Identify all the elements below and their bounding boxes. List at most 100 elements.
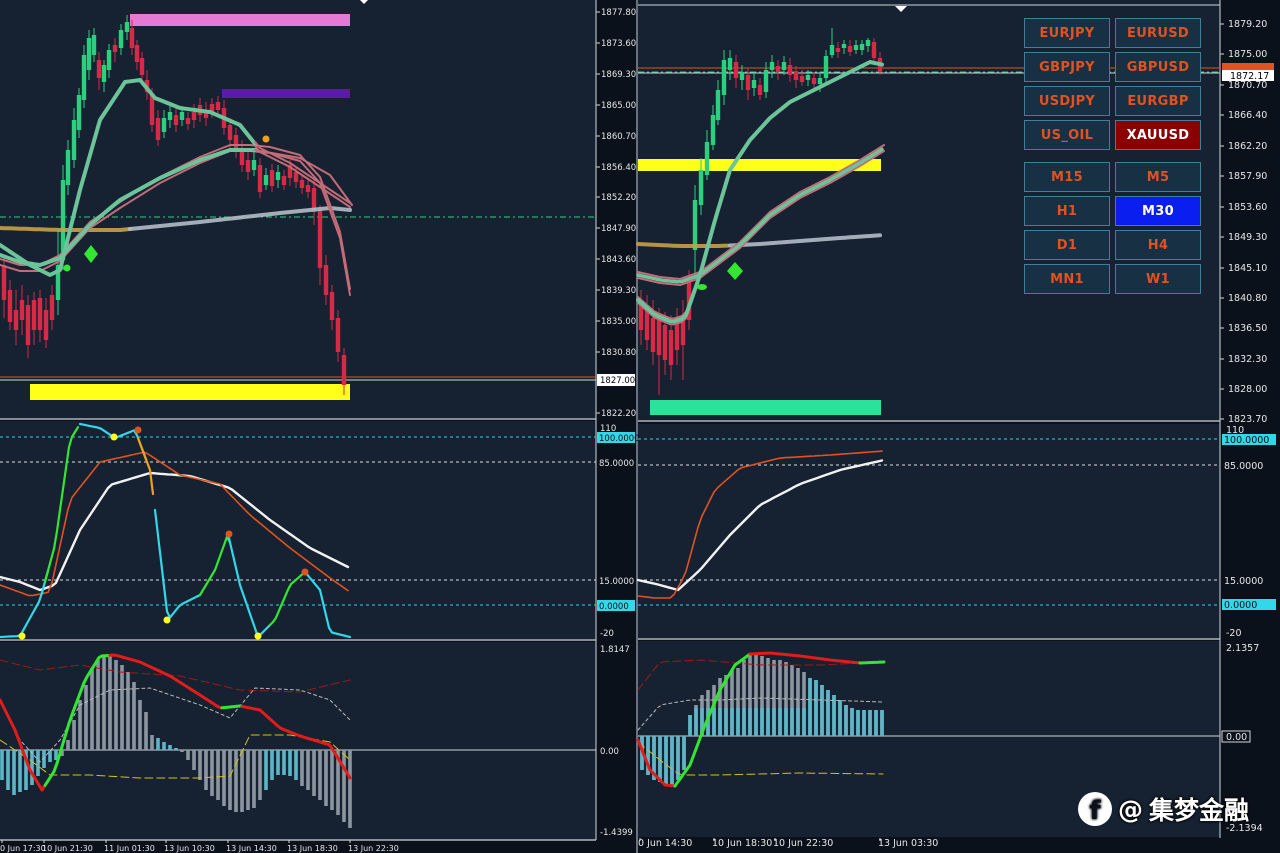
timeframe-button-m30[interactable]: M30: [1115, 196, 1201, 226]
candle-body: [656, 320, 662, 355]
candle-body: [799, 76, 805, 82]
candle-body: [841, 44, 847, 48]
stoch-signal-dot: [134, 426, 142, 434]
macd-histogram-bar: [832, 695, 836, 736]
candle-body: [101, 65, 107, 82]
candle-body: [245, 160, 251, 172]
candle-body: [106, 50, 112, 70]
timeframe-button-m5[interactable]: M5: [1115, 162, 1201, 192]
macd-histogram-bar: [778, 708, 782, 736]
symbol-button-usdjpy[interactable]: USDJPY: [1024, 86, 1110, 116]
candle-body: [185, 118, 191, 124]
candle-body: [341, 355, 347, 385]
candle-body: [7, 290, 13, 322]
timeframe-button-mn1[interactable]: MN1: [1024, 264, 1110, 294]
candle-body: [650, 318, 656, 352]
macd-histogram-bar: [126, 672, 130, 750]
macd-histogram-bar: [90, 668, 94, 750]
macd-histogram-bar: [748, 708, 752, 736]
candle-body: [43, 310, 49, 340]
candle-body: [817, 78, 823, 84]
symbol-button-xauusd[interactable]: XAUUSD: [1115, 120, 1201, 150]
price-axis-label: 1823.70: [1228, 414, 1267, 425]
macd-histogram-bar: [78, 700, 82, 750]
macd-histogram-bar: [682, 736, 686, 770]
support-zone: [650, 400, 881, 415]
candle-body: [96, 60, 102, 78]
stoch-axis-label: -20: [600, 629, 614, 639]
candle-body: [329, 292, 335, 320]
macd-axis-label: 0.00: [1226, 732, 1247, 743]
symbol-button-us-oil[interactable]: US_OIL: [1024, 120, 1110, 150]
macd-histogram-bar: [862, 710, 866, 736]
candle-body: [37, 298, 43, 330]
macd-histogram-bar: [730, 708, 734, 736]
candle-body: [704, 142, 710, 175]
macd-histogram-bar: [162, 742, 166, 750]
candle-body: [751, 80, 757, 88]
left-stochastic-pane: [0, 421, 596, 639]
stoch-axis-label: 15.0000: [599, 577, 634, 587]
candle-body: [787, 65, 793, 75]
macd-histogram-bar: [300, 750, 304, 786]
price-axis-label: 1865.00: [601, 101, 636, 111]
candle-body: [275, 172, 281, 180]
macd-histogram-bar: [850, 708, 854, 736]
signal-dot: [697, 284, 707, 290]
macd-axis-label: 2.1357: [1226, 643, 1259, 654]
slow-ma-line-left: [0, 226, 132, 232]
macd-histogram-bar: [246, 750, 250, 810]
stoch-axis-label: -20: [1226, 628, 1242, 639]
macd-histogram-bar: [84, 685, 88, 750]
time-axis-label: 13 Jun 14:30: [226, 844, 277, 853]
stoch-axis-label: 85.0000: [1224, 461, 1263, 472]
macd-histogram-bar: [796, 708, 800, 736]
timeframe-button-h4[interactable]: H4: [1115, 230, 1201, 260]
macd-histogram-bar: [168, 745, 172, 750]
timeframe-button-m15[interactable]: M15: [1024, 162, 1110, 192]
stoch-axis-label: 100.0000: [1224, 435, 1269, 446]
macd-histogram-bar: [198, 750, 202, 780]
candle-body: [317, 210, 323, 268]
price-axis-label: 1845.10: [1228, 263, 1267, 274]
candle-body: [155, 118, 161, 140]
candle-body: [227, 125, 233, 140]
candle-body: [139, 58, 145, 75]
candle-body: [721, 60, 727, 95]
candle-body: [727, 58, 733, 70]
candle-body: [149, 95, 155, 125]
macd-histogram-bar: [880, 710, 884, 736]
macd-histogram-bar: [18, 750, 22, 792]
macd-histogram-bar: [736, 708, 740, 736]
symbol-button-gbpjpy[interactable]: GBPJPY: [1024, 52, 1110, 82]
timeframe-button-d1[interactable]: D1: [1024, 230, 1110, 260]
macd-histogram-bar: [150, 735, 154, 750]
price-axis-label: 1866.40: [1228, 110, 1267, 121]
candle-body: [19, 300, 25, 320]
timeframe-button-h1[interactable]: H1: [1024, 196, 1110, 226]
time-axis-label: 0 Jun 14:30: [638, 838, 692, 849]
candle-body: [112, 45, 118, 52]
macd-histogram-bar: [808, 678, 812, 736]
candle-body: [835, 48, 841, 52]
time-axis-label: 13 Jun 22:30: [348, 844, 399, 853]
stoch-axis-label: 0.0000: [599, 602, 629, 612]
macd-histogram-bar: [228, 750, 232, 810]
candle-body: [251, 160, 257, 170]
symbol-button-eurgbp[interactable]: EURGBP: [1115, 86, 1201, 116]
macd-histogram-bar: [240, 750, 244, 812]
timeframe-button-w1[interactable]: W1: [1115, 264, 1201, 294]
candle-body: [129, 28, 135, 48]
candle-body: [335, 318, 341, 352]
macd-histogram-bar: [192, 750, 196, 770]
macd-histogram-bar: [6, 750, 10, 790]
symbol-button-eurjpy[interactable]: EURJPY: [1024, 18, 1110, 48]
candle-body: [257, 165, 263, 192]
macd-histogram-bar: [204, 750, 208, 790]
symbol-button-eurusd[interactable]: EURUSD: [1115, 18, 1201, 48]
macd-histogram-bar: [312, 750, 316, 796]
symbol-button-gbpusd[interactable]: GBPUSD: [1115, 52, 1201, 82]
stoch-axis-label: 0.0000: [1224, 600, 1257, 611]
candle-body: [86, 38, 92, 70]
candle-body: [710, 115, 716, 145]
